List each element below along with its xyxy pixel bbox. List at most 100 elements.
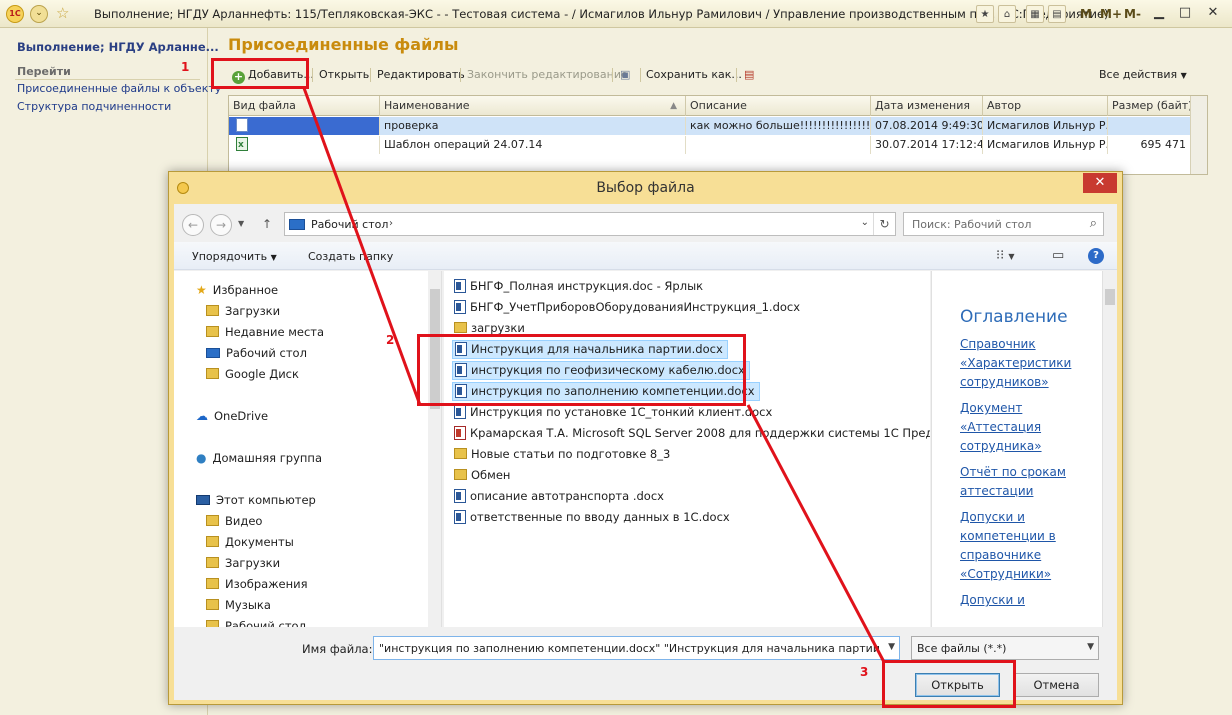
memory-plus-button[interactable]: M+	[1100, 5, 1122, 23]
tree-item-desktop-pc[interactable]: Рабочий стол	[206, 617, 306, 627]
dropdown-arrow-icon: ▼	[1180, 71, 1187, 80]
tree-item-homegroup[interactable]: ● Домашняя группа	[196, 449, 322, 467]
list-item[interactable]: БНГФ_Полная инструкция.doc - Ярлык	[452, 277, 707, 296]
memory-button[interactable]: M	[1080, 5, 1092, 23]
tree-item-downloads[interactable]: Загрузки	[206, 302, 280, 320]
filetype-select[interactable]: Все файлы (*.*) ▼	[911, 636, 1099, 660]
tree-item-label: Видео	[225, 514, 263, 528]
preview-pane-icon[interactable]: ▭	[1052, 248, 1064, 263]
list-item[interactable]: Крамарская Т.А. Microsoft SQL Server 200…	[452, 424, 930, 443]
dialog-close-icon[interactable]: ✕	[1083, 173, 1117, 193]
tree-scrollbar[interactable]	[428, 271, 441, 627]
filetype-dropdown-icon[interactable]: ▼	[1087, 642, 1094, 652]
tree-item-desktop[interactable]: Рабочий стол	[206, 344, 307, 362]
breadcrumb-chevron-icon[interactable]: ›	[389, 218, 393, 229]
date-cell: 30.07.2014 17:12:45	[871, 136, 983, 154]
open-button[interactable]: Открыть	[319, 66, 369, 84]
preview-link[interactable]: Документ «Аттестация сотрудника»	[960, 399, 1080, 456]
tree-item-label: Загрузки	[225, 556, 281, 570]
main-menu-chevron-icon[interactable]: ⌄	[30, 5, 48, 23]
save-as-button[interactable]: Сохранить как...	[646, 66, 742, 84]
preview-link[interactable]: Отчёт по срокам аттестации	[960, 463, 1080, 501]
folder-icon	[206, 536, 219, 547]
history-icon[interactable]: ⌂	[998, 5, 1016, 23]
app-logo-icon[interactable]: 1С	[6, 5, 24, 23]
folder-icon	[206, 578, 219, 589]
preview-link[interactable]: Допуски и компетенции в справочнике «Сот…	[960, 508, 1080, 584]
tree-item-favorites[interactable]: ★ Избранное	[196, 281, 278, 299]
annotation-box-add	[211, 58, 309, 89]
tree-item-recent[interactable]: Недавние места	[206, 323, 324, 341]
tree-item-images[interactable]: Изображения	[206, 575, 308, 593]
address-bar[interactable]: Рабочий стол › ⌄ ↻	[284, 212, 896, 236]
annotation-box-files	[417, 334, 746, 406]
all-actions-button[interactable]: Все действия ▼	[1099, 66, 1187, 84]
finish-edit-button[interactable]: Закончить редактирование	[467, 66, 628, 84]
tree-item-video[interactable]: Видео	[206, 512, 262, 530]
favorites-add-icon[interactable]: ★	[976, 5, 994, 23]
scan-icon[interactable]: ▣	[620, 66, 630, 84]
close-icon[interactable]: ✕	[1200, 3, 1226, 23]
preview-link[interactable]: Справочник «Характеристики сотрудников»	[960, 335, 1080, 392]
edit-button[interactable]: Редактировать	[377, 66, 465, 84]
minimize-icon[interactable]: ▁	[1146, 3, 1172, 23]
list-item[interactable]: БНГФ_УчетПриборовОборудованияИнструкция_…	[452, 298, 804, 317]
search-icon[interactable]: ⌕	[1090, 216, 1097, 231]
print-icon[interactable]: ▤	[744, 66, 754, 84]
tree-item-label: Загрузки	[225, 304, 281, 318]
list-item[interactable]: Новые статьи по подготовке 8_3	[452, 445, 674, 464]
col-header-file-type[interactable]: Вид файла	[229, 96, 380, 116]
up-arrow-icon[interactable]: ↑	[262, 217, 272, 231]
tree-item-onedrive[interactable]: ☁ OneDrive	[196, 407, 268, 425]
tree-item-downloads-pc[interactable]: Загрузки	[206, 554, 280, 572]
calculator-icon[interactable]: ▦	[1026, 5, 1044, 23]
list-item[interactable]: описание автотранспорта .docx	[452, 487, 668, 506]
new-folder-button[interactable]: Создать папку	[308, 250, 393, 263]
list-item[interactable]: Обмен	[452, 466, 514, 485]
tree-item-this-pc[interactable]: Этот компьютер	[196, 491, 316, 509]
favorite-star-icon[interactable]: ☆	[56, 4, 74, 22]
col-header-size[interactable]: Размер (байт)	[1108, 96, 1192, 116]
file-name: Крамарская Т.А. Microsoft SQL Server 200…	[470, 426, 930, 440]
preview-link[interactable]: Допуски и	[960, 591, 1080, 610]
view-options-icon[interactable]: ⁝⁝ ▼	[996, 248, 1015, 263]
organize-button[interactable]: Упорядочить ▼	[192, 250, 277, 263]
tree-item-music[interactable]: Музыка	[206, 596, 271, 614]
col-header-name[interactable]: Наименование ▲	[380, 96, 686, 116]
filename-dropdown-icon[interactable]: ▼	[888, 642, 895, 652]
search-input[interactable]: Поиск: Рабочий стол ⌕	[903, 212, 1104, 236]
address-path[interactable]: Рабочий стол	[311, 218, 388, 231]
filename-input[interactable]: "инструкция по заполнению компетенции.do…	[373, 636, 900, 660]
col-header-author[interactable]: Автор	[983, 96, 1108, 116]
table-row[interactable]: Шаблон операций 24.07.14 30.07.2014 17:1…	[229, 136, 1191, 154]
annotation-number: 2	[386, 333, 395, 347]
calendar-icon[interactable]: ▤	[1048, 5, 1066, 23]
recent-dropdown-icon[interactable]: ▼	[238, 219, 244, 228]
tree-item-google-drive[interactable]: Google Диск	[206, 365, 299, 383]
file-name: БНГФ_Полная инструкция.doc - Ярлык	[470, 279, 704, 293]
refresh-icon[interactable]: ↻	[873, 213, 895, 235]
scrollbar-thumb[interactable]	[1105, 289, 1115, 305]
nav-link-subordination[interactable]: Структура подчиненности	[17, 100, 171, 113]
preview-scrollbar[interactable]	[1102, 271, 1117, 627]
forward-arrow-icon[interactable]: →	[210, 214, 232, 236]
tree-item-label: Избранное	[212, 283, 279, 297]
table-row[interactable]: проверка как можно больше!!!!!!!!!!!!!!!…	[229, 117, 1191, 135]
memory-minus-button[interactable]: M-	[1124, 5, 1141, 23]
nav-link-attached-files[interactable]: Присоединенные файлы к объекту	[17, 82, 221, 95]
maximize-icon[interactable]: □	[1172, 3, 1198, 23]
tree-item-documents[interactable]: Документы	[206, 533, 294, 551]
nav-title[interactable]: Выполнение; НГДУ Арланне...	[17, 40, 219, 54]
col-header-date[interactable]: Дата изменения	[871, 96, 983, 116]
help-icon[interactable]: ?	[1088, 248, 1104, 264]
address-dropdown-icon[interactable]: ⌄	[861, 217, 869, 228]
filename-value[interactable]: "инструкция по заполнению компетенции.do…	[379, 642, 879, 655]
list-item[interactable]: ответственные по вводу данных в 1С.docx	[452, 508, 734, 527]
col-header-description[interactable]: Описание	[686, 96, 871, 116]
dialog-title-bar: Выбор файла ✕	[169, 172, 1122, 204]
table-scrollbar[interactable]	[1190, 96, 1207, 174]
cancel-button[interactable]: Отмена	[1014, 673, 1099, 697]
word-document-icon	[454, 279, 466, 293]
back-arrow-icon[interactable]: ←	[182, 214, 204, 236]
date-cell: 07.08.2014 9:49:30	[871, 117, 983, 135]
